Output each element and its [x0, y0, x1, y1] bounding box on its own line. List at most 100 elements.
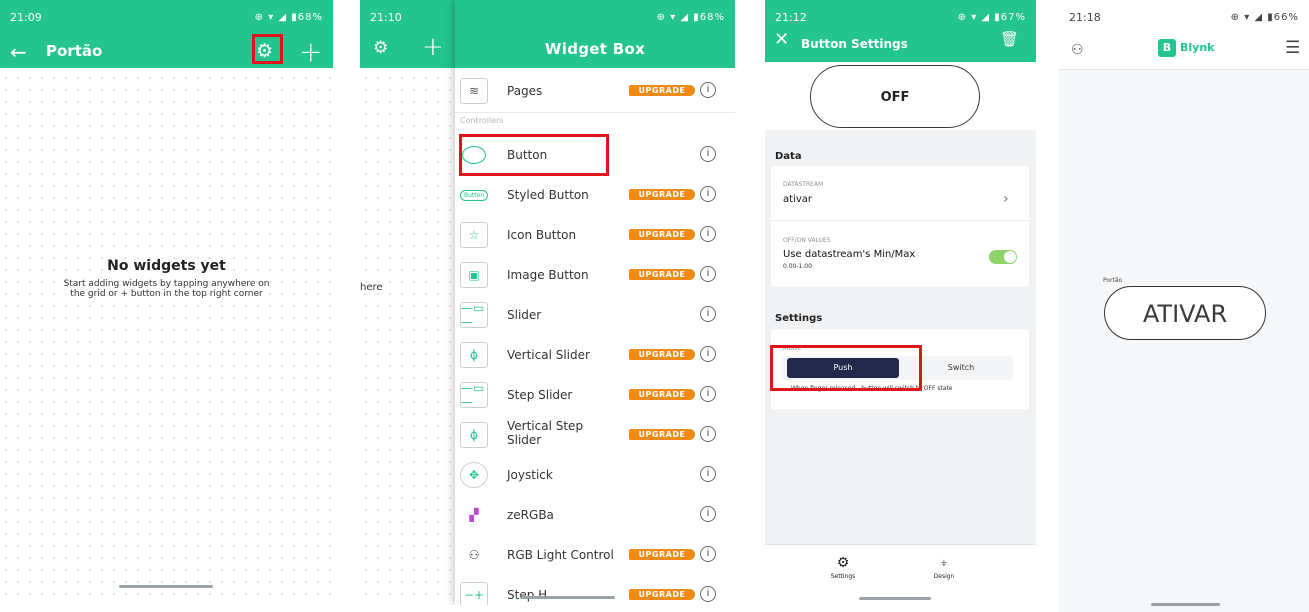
- background-grid[interactable]: ⚙ + here: [360, 0, 455, 605]
- upgrade-badge[interactable]: UPGRADE: [629, 429, 695, 440]
- offon-value: Use datastream's Min/Max: [783, 249, 916, 260]
- info-icon[interactable]: i: [700, 186, 716, 202]
- section-title-settings: Settings: [775, 313, 823, 324]
- status-time: 21:09: [10, 10, 42, 24]
- widget-item-step-h[interactable]: −+ Step H UPGRADE i: [455, 576, 735, 605]
- icon-button-icon: ☆: [460, 222, 488, 248]
- datastream-label: DATASTREAM: [783, 181, 824, 188]
- minmax-toggle[interactable]: [989, 250, 1017, 264]
- widget-title: Portão: [1103, 277, 1123, 284]
- blynk-logo-icon: B: [1158, 39, 1176, 57]
- empty-state-title: No widgets yet: [107, 258, 226, 274]
- add-widget-plus-icon[interactable]: +: [299, 35, 322, 68]
- widget-label: Image Button: [507, 268, 589, 282]
- back-arrow-icon[interactable]: ←: [10, 40, 27, 64]
- info-icon[interactable]: i: [700, 82, 716, 98]
- screen-dashboard: 21:18 ⊕ ▾ ◢ ▮66% ⚇ B Blynk ☰ Portão ATIV…: [1059, 0, 1309, 612]
- info-icon[interactable]: i: [700, 466, 716, 482]
- widget-item-pages[interactable]: ≋ Pages UPGRADE i: [455, 72, 735, 112]
- close-icon[interactable]: ✕: [774, 29, 789, 50]
- widget-label: Vertical Slider: [507, 348, 590, 362]
- paint-bucket-icon: ⍖: [939, 555, 949, 571]
- divider: [771, 220, 1029, 221]
- upgrade-badge[interactable]: UPGRADE: [629, 389, 695, 400]
- section-title-data: Data: [775, 151, 802, 162]
- datastream-value: ativar: [783, 194, 812, 205]
- status-bar: 21:09 ⊕ ▾ ◢ ▮68%: [0, 0, 333, 34]
- upgrade-badge[interactable]: UPGRADE: [629, 549, 695, 560]
- background-text-fragment: here: [360, 282, 383, 293]
- status-icons: ⊕ ▾ ◢ ▮67%: [957, 11, 1026, 23]
- info-icon[interactable]: i: [700, 546, 716, 562]
- app-header: 21:09 ⊕ ▾ ◢ ▮68% ← Portão ⚙ +: [0, 0, 333, 68]
- info-icon[interactable]: i: [700, 266, 716, 282]
- home-indicator: [119, 585, 213, 588]
- dashboard-topbar: 21:18 ⊕ ▾ ◢ ▮66% ⚇ B Blynk ☰: [1059, 0, 1309, 70]
- widget-item-icon-button[interactable]: ☆ Icon Button UPGRADE i: [455, 216, 735, 256]
- offon-range: 0.00-1.00: [783, 263, 812, 270]
- widget-box-header: 21:10 ⊕ ▾ ◢ ▮68% Widget Box: [370, 0, 735, 68]
- user-icon[interactable]: ⚇: [1071, 42, 1084, 58]
- widget-item-vertical-slider[interactable]: ϕ Vertical Slider UPGRADE i: [455, 336, 735, 376]
- info-icon[interactable]: i: [700, 386, 716, 402]
- page-title: Button Settings: [801, 37, 908, 51]
- upgrade-badge[interactable]: UPGRADE: [629, 269, 695, 280]
- divider: [455, 112, 735, 113]
- preview-button[interactable]: OFF: [810, 65, 980, 128]
- slider-icon: —▭—: [460, 301, 488, 329]
- highlight-box-button: [459, 134, 609, 176]
- widget-label: Pages: [507, 84, 543, 98]
- plus-icon[interactable]: +: [422, 32, 444, 62]
- upgrade-badge[interactable]: UPGRADE: [629, 189, 695, 200]
- info-icon[interactable]: i: [700, 146, 716, 162]
- widget-item-joystick[interactable]: ✥ Joystick i: [455, 456, 735, 496]
- status-icons: ⊕ ▾ ◢ ▮68%: [656, 11, 725, 23]
- widget-item-styled-button[interactable]: Button Styled Button UPGRADE i: [455, 176, 735, 216]
- status-time: 21:18: [1069, 10, 1101, 24]
- widget-item-image-button[interactable]: ▣ Image Button UPGRADE i: [455, 256, 735, 296]
- gear-icon[interactable]: ⚙: [373, 38, 388, 58]
- info-icon[interactable]: i: [700, 426, 716, 442]
- home-indicator: [859, 597, 931, 600]
- data-card: DATASTREAM ativar › OFF/ON VALUES Use da…: [771, 166, 1029, 287]
- info-icon[interactable]: i: [700, 346, 716, 362]
- joystick-icon: ✥: [460, 462, 488, 488]
- home-indicator: [1151, 603, 1220, 606]
- tab-label: Settings: [830, 573, 856, 580]
- mode-switch-button[interactable]: Switch: [909, 358, 1013, 378]
- info-icon[interactable]: i: [700, 306, 716, 322]
- widget-preview: OFF: [765, 62, 1036, 130]
- upgrade-badge[interactable]: UPGRADE: [629, 349, 695, 360]
- chevron-right-icon[interactable]: ›: [1003, 191, 1009, 207]
- widget-item-vertical-step-slider[interactable]: ϕ Vertical Step Slider UPGRADE i: [455, 416, 735, 456]
- widget-box-panel: 21:10 ⊕ ▾ ◢ ▮68% Widget Box ≋ Pages UPGR…: [370, 0, 735, 605]
- settings-header: 21:12 ⊕ ▾ ◢ ▮67% ✕ Button Settings 🗑 OFF: [765, 0, 1036, 130]
- status-bar: 21:12 ⊕ ▾ ◢ ▮67%: [765, 0, 1036, 34]
- upgrade-badge[interactable]: UPGRADE: [629, 589, 695, 600]
- step-slider-icon: —▭—: [460, 381, 488, 409]
- vertical-slider-icon: ϕ: [460, 342, 488, 368]
- tab-design[interactable]: ⍖ Design: [914, 555, 974, 580]
- widget-item-rgb-light-control[interactable]: ⚇ RGB Light Control UPGRADE i: [455, 536, 735, 576]
- ativar-button[interactable]: ATIVAR: [1104, 286, 1266, 340]
- widget-item-step-slider[interactable]: —▭— Step Slider UPGRADE i: [455, 376, 735, 416]
- widget-label: Joystick: [507, 468, 553, 482]
- trash-icon[interactable]: 🗑: [1000, 30, 1019, 48]
- highlight-box-push: [770, 345, 922, 391]
- status-bar: 21:10 ⊕ ▾ ◢ ▮68%: [360, 0, 735, 34]
- hamburger-menu-icon[interactable]: ☰: [1285, 38, 1300, 58]
- widget-item-zergba[interactable]: ▞ zeRGBa i: [455, 496, 735, 536]
- widget-grid[interactable]: [0, 68, 333, 595]
- upgrade-badge[interactable]: UPGRADE: [629, 85, 695, 96]
- widget-label: Icon Button: [507, 228, 577, 242]
- upgrade-badge[interactable]: UPGRADE: [629, 229, 695, 240]
- info-icon[interactable]: i: [700, 506, 716, 522]
- page-title: Portão: [46, 42, 103, 60]
- offon-label: OFF/ON VALUES: [783, 237, 831, 244]
- tab-settings[interactable]: ⚙ Settings: [813, 555, 873, 580]
- info-icon[interactable]: i: [700, 586, 716, 602]
- info-icon[interactable]: i: [700, 226, 716, 242]
- widget-label: Styled Button: [507, 188, 589, 202]
- widget-label: Slider: [507, 308, 542, 322]
- widget-item-slider[interactable]: —▭— Slider i: [455, 296, 735, 336]
